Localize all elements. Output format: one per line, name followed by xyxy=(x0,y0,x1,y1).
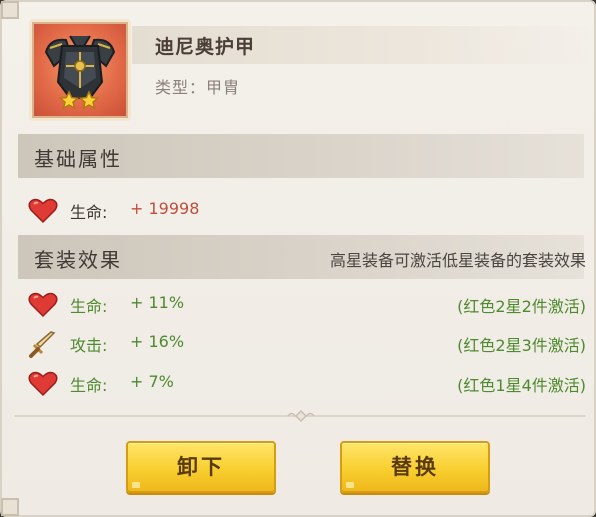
set-effect-row: 生命: + 11% (红色2星2件激活) xyxy=(28,290,588,318)
corner-ornament xyxy=(1,1,19,19)
effect-value: + 11% xyxy=(130,293,185,312)
divider-ornament-icon xyxy=(287,409,315,423)
armor-icon xyxy=(44,35,116,110)
item-icon-frame[interactable] xyxy=(29,19,131,121)
heart-icon xyxy=(28,371,58,397)
set-effect-row: 生命: + 7% (红色1星4件激活) xyxy=(28,369,588,397)
replace-button[interactable]: 替换 xyxy=(340,441,490,493)
effect-label: 生命: xyxy=(70,376,108,395)
set-effect-row: 攻击: + 16% (红色2星3件激活) xyxy=(28,329,588,358)
section-title: 基础属性 xyxy=(34,147,122,171)
effect-condition: (红色1星4件激活) xyxy=(457,376,586,395)
effect-condition: (红色2星3件激活) xyxy=(457,336,586,355)
effect-value: + 16% xyxy=(130,332,185,351)
base-stat-row: 生命: + 19998 xyxy=(28,196,588,224)
base-attributes-header: 基础属性 xyxy=(18,134,584,178)
sword-icon xyxy=(29,331,56,358)
unequip-button[interactable]: 卸下 xyxy=(126,441,276,493)
stat-value: + 19998 xyxy=(130,199,200,218)
heart-icon xyxy=(28,292,58,318)
effect-label: 攻击: xyxy=(70,336,108,355)
set-effects-note: 高星装备可激活低星装备的套装效果 xyxy=(329,251,586,270)
stat-label: 生命: xyxy=(70,203,108,222)
equipment-detail-panel: 迪尼奥护甲 类型：甲胄 基础属性 生命: + 19998 套装效果 高星装备可激… xyxy=(0,0,596,517)
set-effects-header: 套装效果 高星装备可激活低星装备的套装效果 xyxy=(18,235,586,279)
item-type: 类型：甲胄 xyxy=(155,78,241,97)
corner-ornament xyxy=(1,498,19,516)
effect-label: 生命: xyxy=(70,297,108,316)
effect-value: + 7% xyxy=(130,372,174,391)
item-name: 迪尼奥护甲 xyxy=(155,36,256,58)
heart-icon xyxy=(28,198,58,224)
section-title: 套装效果 xyxy=(34,248,122,272)
effect-condition: (红色2星2件激活) xyxy=(457,297,586,316)
